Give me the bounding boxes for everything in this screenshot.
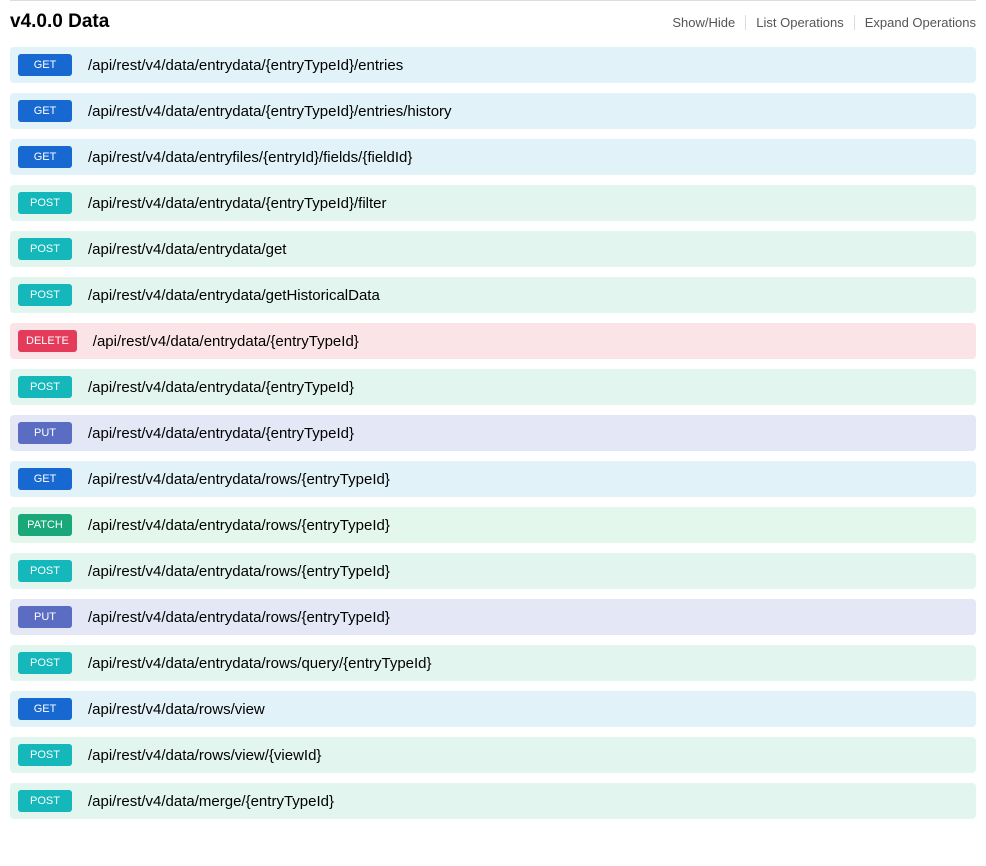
operation-path[interactable]: /api/rest/v4/data/entryfiles/{entryId}/f… <box>88 149 412 166</box>
method-badge-get[interactable]: GET <box>18 468 72 490</box>
method-badge-post[interactable]: POST <box>18 790 72 812</box>
operation-path[interactable]: /api/rest/v4/data/entrydata/rows/{entryT… <box>88 517 390 534</box>
operation-path[interactable]: /api/rest/v4/data/rows/view/{viewId} <box>88 747 321 764</box>
operation-row[interactable]: POST/api/rest/v4/data/rows/view/{viewId} <box>10 737 976 773</box>
operation-path[interactable]: /api/rest/v4/data/entrydata/rows/{entryT… <box>88 609 390 626</box>
method-badge-delete[interactable]: DELETE <box>18 330 77 352</box>
section-title[interactable]: v4.0.0 Data <box>10 11 109 33</box>
method-badge-get[interactable]: GET <box>18 100 72 122</box>
operation-row[interactable]: DELETE/api/rest/v4/data/entrydata/{entry… <box>10 323 976 359</box>
operation-row[interactable]: POST/api/rest/v4/data/entrydata/get <box>10 231 976 267</box>
operation-row[interactable]: POST/api/rest/v4/data/entrydata/{entryTy… <box>10 369 976 405</box>
method-badge-post[interactable]: POST <box>18 192 72 214</box>
operation-path[interactable]: /api/rest/v4/data/entrydata/{entryTypeId… <box>88 425 354 442</box>
operation-row[interactable]: PUT/api/rest/v4/data/entrydata/rows/{ent… <box>10 599 976 635</box>
operation-row[interactable]: GET/api/rest/v4/data/entrydata/{entryTyp… <box>10 93 976 129</box>
operation-path[interactable]: /api/rest/v4/data/rows/view <box>88 701 265 718</box>
method-badge-get[interactable]: GET <box>18 698 72 720</box>
operation-row[interactable]: PATCH/api/rest/v4/data/entrydata/rows/{e… <box>10 507 976 543</box>
operation-path[interactable]: /api/rest/v4/data/entrydata/rows/{entryT… <box>88 471 390 488</box>
operation-row[interactable]: PUT/api/rest/v4/data/entrydata/{entryTyp… <box>10 415 976 451</box>
method-badge-get[interactable]: GET <box>18 146 72 168</box>
operation-row[interactable]: POST/api/rest/v4/data/entrydata/getHisto… <box>10 277 976 313</box>
show-hide-link[interactable]: Show/Hide <box>662 15 746 30</box>
list-operations-link[interactable]: List Operations <box>746 15 854 30</box>
operation-path[interactable]: /api/rest/v4/data/entrydata/getHistorica… <box>88 287 380 304</box>
operation-path[interactable]: /api/rest/v4/data/entrydata/{entryTypeId… <box>88 195 387 212</box>
operation-path[interactable]: /api/rest/v4/data/entrydata/{entryTypeId… <box>88 379 354 396</box>
operation-row[interactable]: POST/api/rest/v4/data/entrydata/rows/{en… <box>10 553 976 589</box>
operation-path[interactable]: /api/rest/v4/data/entrydata/{entryTypeId… <box>88 103 452 120</box>
method-badge-post[interactable]: POST <box>18 652 72 674</box>
method-badge-post[interactable]: POST <box>18 560 72 582</box>
operation-path[interactable]: /api/rest/v4/data/entrydata/rows/{entryT… <box>88 563 390 580</box>
expand-operations-link[interactable]: Expand Operations <box>855 15 976 30</box>
operation-path[interactable]: /api/rest/v4/data/entrydata/{entryTypeId… <box>88 57 403 74</box>
operation-path[interactable]: /api/rest/v4/data/merge/{entryTypeId} <box>88 793 334 810</box>
operation-row[interactable]: POST/api/rest/v4/data/merge/{entryTypeId… <box>10 783 976 819</box>
operation-row[interactable]: GET/api/rest/v4/data/entrydata/{entryTyp… <box>10 47 976 83</box>
operation-row[interactable]: GET/api/rest/v4/data/rows/view <box>10 691 976 727</box>
method-badge-post[interactable]: POST <box>18 284 72 306</box>
method-badge-put[interactable]: PUT <box>18 606 72 628</box>
operation-path[interactable]: /api/rest/v4/data/entrydata/rows/query/{… <box>88 655 432 672</box>
method-badge-post[interactable]: POST <box>18 744 72 766</box>
operation-row[interactable]: GET/api/rest/v4/data/entryfiles/{entryId… <box>10 139 976 175</box>
method-badge-post[interactable]: POST <box>18 376 72 398</box>
operation-path[interactable]: /api/rest/v4/data/entrydata/get <box>88 241 286 258</box>
method-badge-post[interactable]: POST <box>18 238 72 260</box>
method-badge-put[interactable]: PUT <box>18 422 72 444</box>
operation-row[interactable]: POST/api/rest/v4/data/entrydata/{entryTy… <box>10 185 976 221</box>
method-badge-patch[interactable]: PATCH <box>18 514 72 536</box>
method-badge-get[interactable]: GET <box>18 54 72 76</box>
operations-list: GET/api/rest/v4/data/entrydata/{entryTyp… <box>10 47 976 819</box>
section-actions: Show/Hide List Operations Expand Operati… <box>662 15 976 30</box>
operation-row[interactable]: POST/api/rest/v4/data/entrydata/rows/que… <box>10 645 976 681</box>
section-header: v4.0.0 Data Show/Hide List Operations Ex… <box>10 0 976 47</box>
operation-path[interactable]: /api/rest/v4/data/entrydata/{entryTypeId… <box>93 333 359 350</box>
operation-row[interactable]: GET/api/rest/v4/data/entrydata/rows/{ent… <box>10 461 976 497</box>
